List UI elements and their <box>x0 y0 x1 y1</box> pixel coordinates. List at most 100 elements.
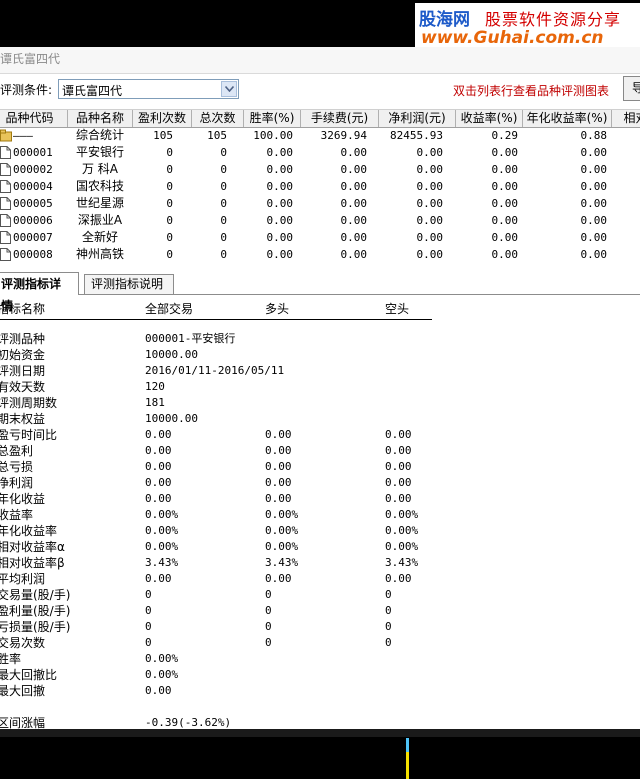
column-header-win[interactable]: 盈利次数 <box>133 110 192 127</box>
column-header-name[interactable]: 品种名称 <box>68 110 133 127</box>
metric-value-all: 181 <box>145 396 165 409</box>
cell-annual: 0.00 <box>580 248 608 261</box>
column-header-relative[interactable]: 相对 <box>612 110 640 127</box>
detail-row: 初始资金 10000.00 <box>0 347 640 363</box>
cell-ret: 0.00 <box>491 197 519 210</box>
table-row[interactable]: 000002 万 科A 0 0 0.00 0.00 0.00 0.00 0.00 <box>0 161 640 178</box>
hint-text: 双击列表行查看品种评测图表 <box>453 84 610 98</box>
cell-total: 0 <box>220 180 227 193</box>
detail-row: 净利润 0.00 0.00 0.00 <box>0 475 640 491</box>
cell-profit: 82455.93 <box>390 129 443 142</box>
cell-name: 全新好 <box>81 230 118 244</box>
metric-label: 胜率 <box>0 652 22 666</box>
metric-value-long: 0.00 <box>265 428 292 441</box>
detail-row: 相对收益率α 0.00% 0.00% 0.00% <box>0 539 640 555</box>
cell-name: 综合统计 <box>75 128 124 142</box>
cell-code: 000007 <box>13 231 53 244</box>
summary-folder-icon <box>0 129 12 142</box>
cell-ret: 0.29 <box>491 129 519 142</box>
table-row[interactable]: 000001 平安银行 0 0 0.00 0.00 0.00 0.00 0.00 <box>0 144 640 161</box>
detail-row: 有效天数 120 <box>0 379 640 395</box>
metric-label: 最大回撤比 <box>0 668 58 682</box>
column-header-code[interactable]: 品种代码 <box>0 110 68 127</box>
metric-value-all: -0.39(-3.62%) <box>145 716 232 729</box>
cell-annual: 0.00 <box>580 214 608 227</box>
column-header-total[interactable]: 总次数 <box>192 110 244 127</box>
metric-value-all: 0 <box>145 588 152 601</box>
cell-ret: 0.00 <box>491 163 519 176</box>
cell-rate: 0.00 <box>266 214 294 227</box>
tab-explain[interactable]: 评测指标说明 <box>84 274 174 294</box>
metric-label: 评测品种 <box>0 332 46 346</box>
cell-fee: 0.00 <box>340 146 368 159</box>
document-icon <box>0 180 11 193</box>
detail-row: 平均利润 0.00 0.00 0.00 <box>0 571 640 587</box>
detail-row: 区间涨幅 -0.39(-3.62%) <box>0 715 640 729</box>
metric-value-all: 0.00% <box>145 540 179 553</box>
cell-rate: 0.00 <box>266 146 294 159</box>
cell-rate: 0.00 <box>266 248 294 261</box>
metric-label: 区间涨幅 <box>0 716 46 729</box>
condition-select[interactable]: 谭氏富四代 <box>58 79 239 99</box>
metric-value-all: 0.00% <box>145 668 179 681</box>
cell-rate: 0.00 <box>266 231 294 244</box>
detail-row: 收益率 0.00% 0.00% 0.00% <box>0 507 640 523</box>
detail-row <box>0 699 640 715</box>
metric-value-long: 0.00 <box>265 476 292 489</box>
cell-fee: 0.00 <box>340 163 368 176</box>
metric-value-short: 0.00 <box>385 572 412 585</box>
chevron-down-icon[interactable] <box>221 81 237 97</box>
cell-profit: 0.00 <box>416 231 444 244</box>
column-header-rate[interactable]: 胜率(%) <box>244 110 301 127</box>
table-row[interactable]: ——— 综合统计 105 105 100.00 3269.94 82455.93 0.29 0.… <box>0 127 640 144</box>
metric-value-long: 0.00 <box>265 572 292 585</box>
document-icon <box>0 231 11 244</box>
cell-win: 0 <box>166 180 173 193</box>
detail-row: 年化收益率 0.00% 0.00% 0.00% <box>0 523 640 539</box>
detail-row: 相对收益率β 3.43% 3.43% 3.43% <box>0 555 640 571</box>
cell-total: 105 <box>207 129 227 142</box>
chart-marker-yellow <box>406 752 409 779</box>
table-row[interactable]: 000007 全新好 0 0 0.00 0.00 0.00 0.00 0.00 <box>0 229 640 246</box>
tab-detail[interactable]: 评测指标详情 <box>0 272 79 313</box>
metric-value-all: 3.43% <box>145 556 179 569</box>
detail-row: 总盈利 0.00 0.00 0.00 <box>0 443 640 459</box>
table-row[interactable]: 000008 神州高铁 0 0 0.00 0.00 0.00 0.00 0.00 <box>0 246 640 263</box>
table-row[interactable]: 000004 国农科技 0 0 0.00 0.00 0.00 0.00 0.00 <box>0 178 640 195</box>
metric-value-short: 0.00 <box>385 492 412 505</box>
cell-name: 万 科A <box>81 162 119 176</box>
metric-label: 最大回撤 <box>0 684 46 698</box>
cell-profit: 0.00 <box>416 214 444 227</box>
cell-profit: 0.00 <box>416 197 444 210</box>
detail-panel: 指标名称 全部交易 多头 空头 评测品种 000001-平安银行 初始资金 10000… <box>0 295 640 729</box>
detail-header-name: 指标名称 <box>0 302 46 316</box>
table-row[interactable]: 000006 深振业A 0 0 0.00 0.00 0.00 0.00 0.00 <box>0 212 640 229</box>
column-header-annual[interactable]: 年化收益率(%) <box>523 110 612 127</box>
detail-row: 盈亏时间比 0.00 0.00 0.00 <box>0 427 640 443</box>
cell-total: 0 <box>220 197 227 210</box>
detail-row: 亏损量(股/手) 0 0 0 <box>0 619 640 635</box>
cell-total: 0 <box>220 248 227 261</box>
metric-label: 盈亏时间比 <box>0 428 58 442</box>
export-button[interactable]: 导 <box>623 76 640 101</box>
metric-value-short: 0.00% <box>385 524 419 537</box>
table-row[interactable]: 000005 世纪星源 0 0 0.00 0.00 0.00 0.00 0.00 <box>0 195 640 212</box>
tab-strip: 评测指标说明 评测指标详情 <box>0 272 640 313</box>
metric-value-long: 0 <box>265 588 272 601</box>
detail-header-all: 全部交易 <box>145 302 194 316</box>
condition-label: 评测条件: <box>0 83 53 97</box>
document-icon <box>0 197 11 210</box>
metric-label: 交易量(股/手) <box>0 588 71 602</box>
metric-value-all: 0 <box>145 636 152 649</box>
cell-rate: 100.00 <box>253 129 293 142</box>
metric-value-all: 10000.00 <box>145 412 198 425</box>
metric-value-all: 10000.00 <box>145 348 198 361</box>
column-header-profit[interactable]: 净利润(元) <box>379 110 456 127</box>
metric-label: 有效天数 <box>0 380 46 394</box>
metric-value-all: 120 <box>145 380 165 393</box>
column-header-fee[interactable]: 手续费(元) <box>301 110 379 127</box>
cell-fee: 3269.94 <box>320 129 367 142</box>
column-header-return[interactable]: 收益率(%) <box>456 110 523 127</box>
metric-label: 亏损量(股/手) <box>0 620 71 634</box>
watermark-url: www.Guhai.com.cn <box>421 28 604 48</box>
